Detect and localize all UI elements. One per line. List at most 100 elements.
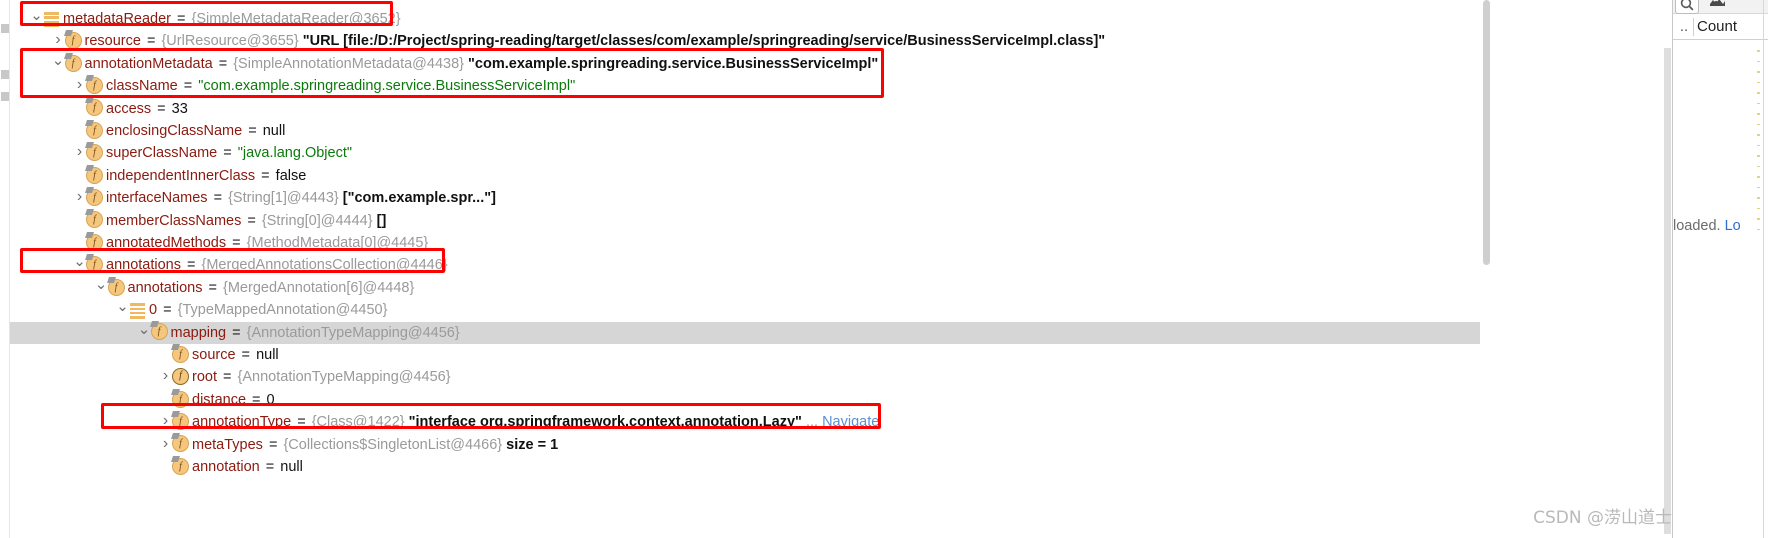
tree-row[interactable]: f memberClassNames = {String[0]@4444} [] [10, 209, 1480, 232]
chevron-right-icon[interactable]: › [159, 433, 172, 455]
variable-name: 0 [149, 302, 158, 319]
column-divider[interactable] [1693, 18, 1694, 36]
chevron-down-icon[interactable]: ⌄ [95, 274, 108, 296]
tree-row[interactable]: › f annotationType = {Class@1422} "interfa… [10, 410, 1480, 433]
tree-row[interactable]: ⌄ 0 = {TypeMappedAnnotation@4450} [10, 296, 1480, 321]
list-icon [129, 300, 146, 319]
modifier-tag-icon [171, 343, 180, 350]
chevron-down-icon[interactable]: ⌄ [30, 5, 43, 27]
equals-sign: = [159, 302, 176, 319]
variable-name: enclosingClassName [106, 123, 243, 140]
right-panel-table-header: .. Count [1673, 14, 1768, 40]
chevron-placeholder [73, 97, 86, 119]
variables-tree[interactable]: ⌄ metadataReader = {SimpleMetadataReader@… [10, 0, 1480, 538]
tree-row[interactable]: f distance = 0 [10, 388, 1480, 411]
variable-name: mapping [170, 324, 227, 341]
chevron-right-icon[interactable]: › [73, 141, 86, 163]
right-panel-scrollbar-thumb[interactable] [1664, 48, 1671, 534]
field-icon: f [85, 209, 103, 229]
object-reference: {SimpleMetadataReader@3652} [191, 11, 401, 28]
variable-name: superClassName [106, 145, 218, 162]
chevron-placeholder [73, 209, 86, 231]
variable-name: annotatedMethods [106, 235, 227, 252]
object-reference: {MergedAnnotation[6]@4448} [223, 279, 415, 296]
chevron-placeholder [73, 119, 86, 141]
equals-sign: = [153, 100, 170, 117]
chevron-right-icon[interactable]: › [73, 74, 86, 96]
list-icon [43, 9, 60, 28]
chevron-placeholder [159, 455, 172, 477]
object-reference: {AnnotationTypeMapping@4456} [237, 369, 451, 386]
object-reference: {MergedAnnotationsCollection@4446} [201, 257, 448, 274]
tree-row[interactable]: › f interfaceNames = {String[1]@4443} ["co… [10, 186, 1480, 209]
chevron-right-icon[interactable]: › [159, 410, 172, 432]
tree-row[interactable]: › f resource = {UrlResource@3655} "URL [fi… [10, 30, 1480, 52]
tree-row[interactable]: f annotatedMethods = {MethodMetadata[0]@4… [10, 231, 1480, 254]
modifier-tag-icon [171, 388, 180, 395]
gutter-mark [1, 70, 9, 79]
tree-row[interactable]: › f metaTypes = {Collections$SingletonList… [10, 433, 1480, 456]
modifier-tag-icon [106, 276, 116, 283]
equals-sign: = [173, 11, 190, 28]
tree-row[interactable]: › f superClassName = "java.lang.Object" [10, 142, 1480, 164]
equals-sign: = [142, 33, 160, 50]
search-icon [1680, 0, 1694, 11]
equals-sign: = [228, 235, 245, 252]
tree-row[interactable]: f enclosingClassName = null [10, 119, 1480, 142]
variable-value: false [275, 167, 307, 184]
modifier-tag-icon [63, 52, 73, 59]
settings-button[interactable] [1707, 0, 1727, 11]
variable-name: metadataReader [63, 11, 172, 28]
chevron-right-icon[interactable]: › [52, 29, 65, 51]
variable-name: className [106, 78, 178, 95]
column-header-truncated[interactable]: .. [1675, 14, 1693, 40]
right-panel-minimap[interactable] [1757, 50, 1761, 250]
object-reference: {AnnotationTypeMapping@4456} [246, 324, 460, 341]
column-header-count[interactable]: Count [1697, 14, 1737, 40]
chevron-right-icon[interactable]: › [159, 365, 172, 387]
right-panel-scrollbar[interactable] [1663, 48, 1672, 538]
field-icon: f [171, 388, 189, 408]
equals-sign: = [257, 167, 274, 184]
status-link-text[interactable]: Lo [1725, 218, 1741, 234]
field-icon: f [149, 321, 168, 341]
tree-row[interactable]: › f root = {AnnotationTypeMapping@4456} [10, 366, 1480, 388]
modifier-tag-icon [85, 142, 94, 149]
tree-row[interactable]: f source = null [10, 343, 1480, 366]
variable-value: 0 [266, 391, 275, 408]
tree-row[interactable]: f access = 33 [10, 97, 1480, 120]
tree-row[interactable]: ⌄ f mapping = {AnnotationTypeMapping@4456} [10, 319, 1480, 344]
chevron-placeholder [73, 164, 86, 186]
chevron-down-icon[interactable]: ⌄ [116, 296, 129, 318]
field-icon: f [171, 343, 189, 363]
tree-scrollbar-thumb[interactable] [1483, 0, 1490, 265]
tree-row[interactable]: ⌄ f annotationMetadata = {SimpleAnnotation… [10, 50, 1480, 75]
modifier-tag-icon [85, 231, 94, 238]
tree-row[interactable]: › f className = "com.example.springreading… [10, 74, 1480, 97]
chevron-down-icon[interactable]: ⌄ [52, 50, 65, 72]
gutter-mark [1, 92, 9, 101]
object-reference: {String[0]@4444} [261, 212, 373, 229]
tree-row[interactable]: ⌄ f annotations = {MergedAnnotation[6]@444… [10, 274, 1480, 299]
field-icon: f [85, 254, 103, 274]
variable-value: "URL [file:/D:/Project/spring-reading/ta… [302, 33, 1106, 50]
modifier-tag-icon [63, 30, 73, 37]
field-icon: f [85, 74, 103, 94]
right-side-panel: .. Count loaded. Lo [1672, 0, 1768, 538]
object-reference: {Class@1422} [311, 414, 405, 431]
chevron-placeholder [159, 343, 172, 365]
variable-name: memberClassNames [106, 212, 242, 229]
tree-row[interactable]: ⌄ f annotations = {MergedAnnotationsCollec… [10, 251, 1480, 276]
variable-name: source [192, 347, 236, 364]
equals-sign: = [204, 279, 222, 296]
chevron-right-icon[interactable]: › [73, 186, 86, 208]
navigate-link[interactable]: Navigate [822, 414, 879, 430]
chevron-down-icon[interactable]: ⌄ [138, 319, 151, 341]
tree-row[interactable]: f independentInnerClass = false [10, 164, 1480, 187]
tree-scrollbar[interactable] [1482, 0, 1491, 270]
tree-row[interactable]: f annotation = null [10, 455, 1480, 478]
tree-row[interactable]: ⌄ metadataReader = {SimpleMetadataReader@… [10, 5, 1480, 30]
variable-value: "interface org.springframework.context.a… [408, 414, 802, 431]
search-button[interactable] [1675, 0, 1699, 14]
chevron-down-icon[interactable]: ⌄ [73, 251, 86, 273]
